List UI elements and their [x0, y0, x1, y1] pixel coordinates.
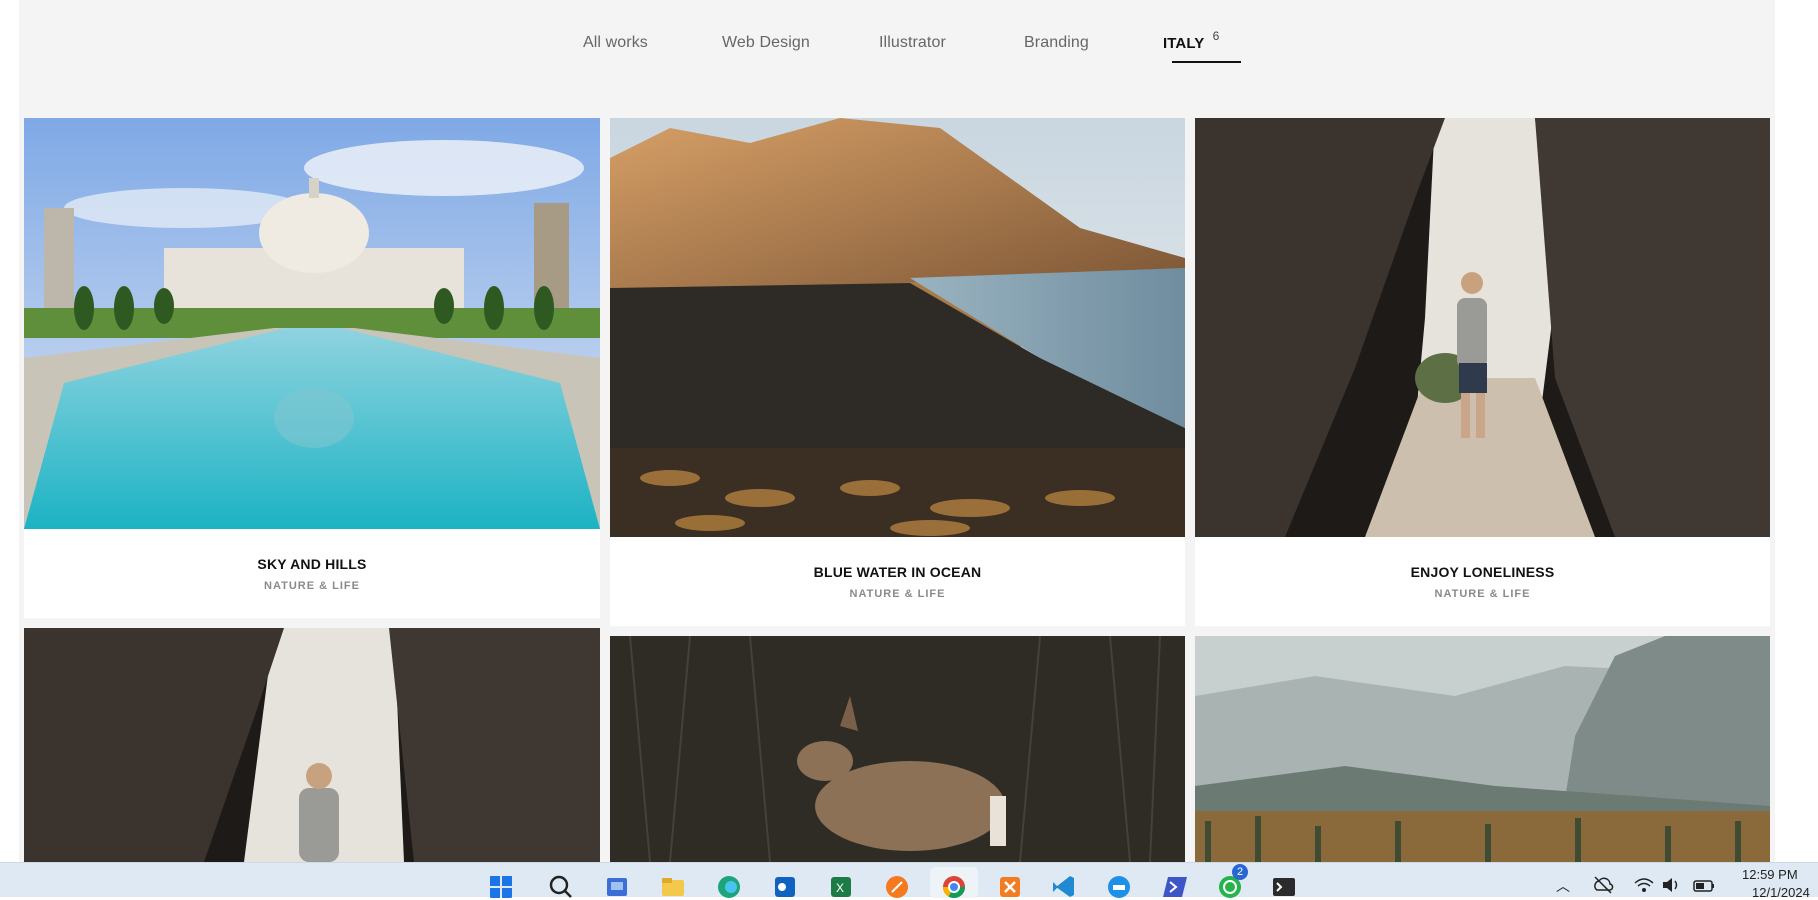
active-filter-underline	[1172, 61, 1241, 63]
cloud-offline-icon[interactable]	[1592, 875, 1614, 895]
terminal-icon[interactable]	[1271, 873, 1297, 898]
card-title[interactable]: BLUE WATER IN OCEAN	[610, 564, 1185, 580]
show-hidden-icons-chevron-icon[interactable]: ︿	[1556, 876, 1570, 896]
svg-text:X: X	[836, 881, 844, 895]
filter-italy-label: ITALY	[1163, 35, 1205, 52]
outlook-icon[interactable]	[772, 873, 798, 898]
filter-all-works[interactable]: All works	[583, 34, 648, 52]
portfolio-card[interactable]: BLUE WATER IN OCEAN NATURE & LIFE	[610, 118, 1185, 626]
portfolio-card[interactable]: ENJOY LONELINESS NATURE & LIFE	[1195, 118, 1770, 626]
portfolio-card[interactable]	[24, 628, 600, 862]
card-category: NATURE & LIFE	[1434, 588, 1531, 600]
xampp-icon[interactable]	[997, 873, 1023, 898]
page-right-margin	[1775, 0, 1818, 862]
taskbar-clock-date[interactable]: 12/1/2024	[1752, 885, 1810, 900]
card-category: NATURE & LIFE	[264, 580, 360, 592]
taskbar-clock-time[interactable]: 12:59 PM	[1742, 867, 1798, 882]
ms-store-icon[interactable]	[604, 873, 630, 898]
card-category: NATURE & LIFE	[849, 588, 946, 600]
filter-web-design[interactable]: Web Design	[722, 34, 810, 52]
vscode-icon[interactable]	[1050, 873, 1076, 898]
windows-taskbar: X 2 ︿ 12:59 PM 12/1/2024	[0, 862, 1818, 900]
portfolio-page: All works Web Design Illustrator Brandin…	[0, 0, 1818, 862]
powershell-icon[interactable]	[1162, 873, 1188, 898]
whatsapp-notification-badge: 2	[1232, 864, 1248, 880]
portfolio-panel: All works Web Design Illustrator Brandin…	[19, 0, 1775, 862]
chrome-icon[interactable]	[941, 873, 967, 898]
card-title[interactable]: ENJOY LONELINESS	[1195, 564, 1770, 580]
wifi-icon[interactable]	[1633, 875, 1655, 895]
card-image-ocean-beach	[610, 118, 1185, 537]
search-icon[interactable]	[547, 873, 573, 898]
portfolio-card[interactable]	[1195, 636, 1770, 862]
filter-italy[interactable]: ITALY 6	[1163, 29, 1219, 52]
card-image-deer	[610, 636, 1185, 862]
card-image-canyon-walker-2	[24, 628, 600, 862]
portfolio-card[interactable]	[610, 636, 1185, 862]
card-title[interactable]: SKY AND HILLS	[24, 556, 600, 572]
docker-icon[interactable]	[1106, 873, 1132, 898]
battery-icon[interactable]	[1692, 875, 1716, 895]
excel-icon[interactable]: X	[828, 873, 854, 898]
portfolio-card[interactable]: SKY AND HILLS NATURE & LIFE	[24, 118, 600, 618]
edge-icon[interactable]	[716, 873, 742, 898]
card-image-taj-mahal	[24, 118, 600, 529]
pen-tool-icon[interactable]	[884, 873, 910, 898]
windows-start-icon[interactable]	[488, 873, 514, 898]
card-image-misty-mountains	[1195, 636, 1770, 862]
filter-branding[interactable]: Branding	[1024, 34, 1089, 52]
card-image-canyon-walker	[1195, 118, 1770, 537]
filter-italy-count: 6	[1212, 29, 1220, 43]
filter-illustrator[interactable]: Illustrator	[879, 34, 946, 52]
file-explorer-icon[interactable]	[660, 873, 686, 898]
volume-icon[interactable]	[1660, 875, 1682, 895]
filter-bar: All works Web Design Illustrator Brandin…	[19, 0, 1775, 118]
